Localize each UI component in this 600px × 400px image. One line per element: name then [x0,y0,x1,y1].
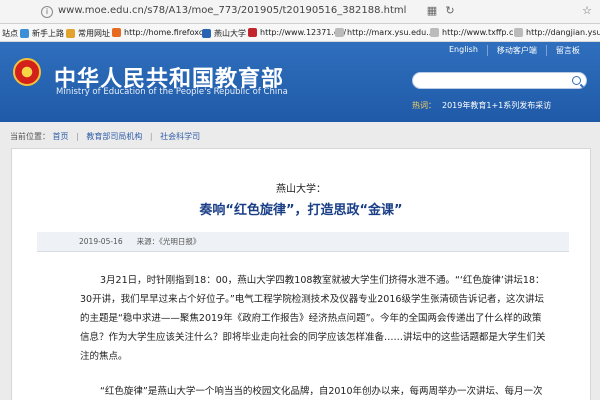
hot-words-link[interactable]: 2019年教育1+1系列发布采访 [442,101,551,110]
english-link[interactable]: English [440,45,487,56]
bookmarks-bar: 站点 新手上路 常用网址 http://home.firefoxc... 燕山大… [0,24,600,42]
bookmark-item[interactable]: http://www.txffp.cn/ [430,28,521,37]
bookmark-item[interactable]: 燕山大学 [202,28,246,39]
breadcrumb-home[interactable]: 首页 [53,132,69,141]
hot-words-label: 热词： [412,101,436,110]
url-text[interactable]: www.moe.edu.cn/s78/A13/moe_773/201905/t2… [58,5,406,16]
info-icon[interactable]: i [41,6,53,18]
breadcrumb-separator: | [149,132,153,141]
firefox-icon [20,29,29,38]
article-kicker: 燕山大学： [276,184,326,195]
qr-icon[interactable]: ▦ [425,4,439,17]
breadcrumb-label: 当前位置： [10,132,50,141]
breadcrumb-department[interactable]: 社会科学司 [160,132,200,141]
bookmark-item[interactable]: 站点 [2,28,18,39]
article-date: 2019-05-16 [79,237,123,246]
search-input[interactable] [412,72,587,89]
national-emblem-icon[interactable] [13,58,41,86]
reload-icon[interactable]: ↻ [443,4,457,17]
search-icon[interactable] [572,76,581,85]
breadcrumb-bureau[interactable]: 教育部司局机构 [86,132,142,141]
page-icon [248,28,257,37]
article-paragraph: “红色旋律”是燕山大学一个响当当的校园文化品牌，自2010年创办以来，每两周举办… [100,386,543,397]
article-paragraph: 3月21日，时针刚指到18：00，燕山大学四教108教室就被大学生们挤得水泄不通… [80,275,546,362]
mobile-client-link[interactable]: 移动客户端 [486,45,546,56]
page-icon [112,28,121,37]
bookmark-item[interactable]: 常用网址 [66,28,110,39]
browser-address-bar: i www.moe.edu.cn/s78/A13/moe_773/201905/… [0,0,600,24]
bookmark-item[interactable]: http://marx.ysu.edu... [335,28,434,37]
bookmark-item[interactable]: 新手上路 [20,28,64,39]
bookmark-item[interactable]: http://www.12371.cn/ [248,28,346,37]
page-icon [335,28,344,37]
bookmark-star-icon[interactable]: ☆ [580,4,594,17]
breadcrumb: 当前位置： 首页 | 教育部司局机构 | 社会科学司 [10,131,200,142]
bookmark-item[interactable]: http://dangjian.ysu... [514,28,600,37]
message-board-link[interactable]: 留言板 [545,45,589,56]
article-meta: 2019-05-16 来源：《光明日报》 [37,232,569,252]
folder-icon [66,29,75,38]
site-title-english: Ministry of Education of the People's Re… [56,87,288,97]
article-card: 燕山大学： 奏响“红色旋律”，打造思政“金课” 2019-05-16 来源：《光明… [11,148,591,400]
site-header: 中华人民共和国教育部 Ministry of Education of the … [0,42,600,122]
bookmark-item[interactable]: http://home.firefoxc... [112,28,211,37]
top-links: English 移动客户端 留言板 [440,45,589,56]
article-title: 奏响“红色旋律”，打造思政“金课” [199,203,403,218]
page-icon [430,28,439,37]
article-source: 来源：《光明日报》 [136,237,201,246]
hot-words: 热词： 2019年教育1+1系列发布采访 [412,100,551,111]
page-icon [514,28,523,37]
breadcrumb-separator: | [76,132,79,141]
page-icon [202,29,211,38]
